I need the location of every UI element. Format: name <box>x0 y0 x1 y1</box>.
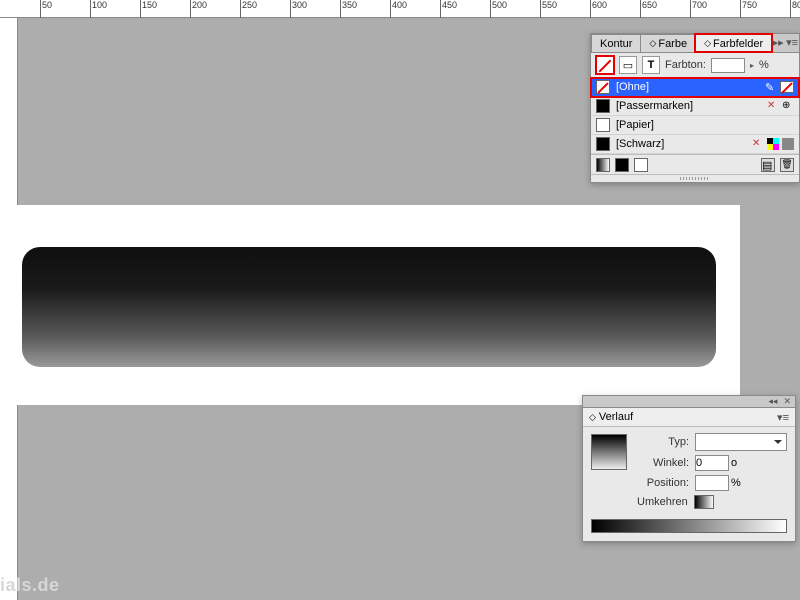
position-label: Position: <box>637 477 689 489</box>
gradient-panel-controls: ◂◂ ✕ <box>583 396 795 408</box>
ruler-tick: 250 <box>240 0 257 18</box>
ruler-tick: 50 <box>40 0 52 18</box>
position-input[interactable] <box>695 475 729 491</box>
watermark-text: ials.de <box>0 575 60 596</box>
swatches-tabs: Kontur ◇Farbe ◇Farbfelder ▸▸ ▾≡ <box>591 34 799 53</box>
swatch-name: [Passermarken] <box>616 100 761 112</box>
reg-mark-icon: ⊕ <box>782 100 794 112</box>
ruler-tick: 200 <box>190 0 207 18</box>
winkel-input[interactable] <box>695 455 729 471</box>
x-icon: ✕ <box>752 138 764 150</box>
swatch-row[interactable]: [Schwarz] ✕ <box>591 135 799 154</box>
rounded-rectangle-object[interactable] <box>22 247 716 367</box>
umkehren-label: Umkehren <box>637 496 688 508</box>
panel-menu-icon[interactable]: ▾≡ <box>777 411 789 424</box>
swatch-color <box>596 137 610 151</box>
swatch-list: [Ohne]✎[Passermarken]✕⊕[Papier][Schwarz]… <box>591 78 799 154</box>
farbton-input[interactable] <box>711 58 745 73</box>
swatch-name: [Papier] <box>616 119 788 131</box>
delete-swatch-icon[interactable]: 🗑 <box>780 158 794 172</box>
panel-resize-grip[interactable] <box>591 174 799 182</box>
cmyk-icon <box>767 138 779 150</box>
swatch-row[interactable]: [Passermarken] ✕⊕ <box>591 97 799 116</box>
paper-swatch-icon[interactable] <box>634 158 648 172</box>
ruler-tick: 300 <box>290 0 307 18</box>
swatch-row[interactable]: [Papier] <box>591 116 799 135</box>
ruler-tick: 550 <box>540 0 557 18</box>
ruler-tick: 650 <box>640 0 657 18</box>
ruler-tick: 700 <box>690 0 707 18</box>
fill-stroke-icon[interactable] <box>596 56 614 74</box>
panel-menu-icon[interactable]: ▾≡ <box>785 33 799 52</box>
pencil-icon: ✎ <box>765 81 777 93</box>
x-icon: ✕ <box>767 100 779 112</box>
ruler-tick: 600 <box>590 0 607 18</box>
solid-swatch-icon[interactable] <box>615 158 629 172</box>
gradient-panel: ◂◂ ✕ ◇ Verlauf ▾≡ Typ: Winkel: o Positio… <box>582 395 796 542</box>
gradient-tab[interactable]: ◇ Verlauf ▾≡ <box>583 408 795 427</box>
tab-farbe[interactable]: ◇Farbe <box>640 34 696 52</box>
swatch-color <box>596 99 610 113</box>
ruler-tick: 750 <box>740 0 757 18</box>
new-swatch-icon[interactable]: ▤ <box>761 158 775 172</box>
ruler-tick: 500 <box>490 0 507 18</box>
gradient-swatch-icon[interactable] <box>596 158 610 172</box>
none-flag-icon <box>780 81 794 93</box>
ruler-tick: 800 <box>790 0 800 18</box>
ruler-tick: 450 <box>440 0 457 18</box>
ruler-tick: 150 <box>140 0 157 18</box>
winkel-label: Winkel: <box>637 457 689 469</box>
stepper-icon[interactable]: ▸ <box>750 61 754 70</box>
ruler-tick: 400 <box>390 0 407 18</box>
ruler-tick: 350 <box>340 0 357 18</box>
typ-label: Typ: <box>637 436 689 448</box>
text-icon[interactable]: T <box>642 56 660 74</box>
document-canvas[interactable] <box>0 205 740 405</box>
swatch-name: [Schwarz] <box>616 138 746 150</box>
panel-collapse-icon[interactable]: ◂◂ <box>768 396 777 407</box>
tab-kontur[interactable]: Kontur <box>591 34 641 52</box>
gradient-preview[interactable] <box>591 434 627 470</box>
panel-collapse-icon[interactable]: ▸▸ <box>771 33 785 52</box>
swatch-color <box>596 80 610 94</box>
swatch-row[interactable]: [Ohne] ✎ <box>591 78 799 97</box>
farbton-label: Farbton: <box>665 59 706 71</box>
percent-label: % <box>759 59 769 71</box>
percent-unit: % <box>731 477 741 489</box>
object-icon[interactable]: ▭ <box>619 56 637 74</box>
swatches-panel: Kontur ◇Farbe ◇Farbfelder ▸▸ ▾≡ ▭ T Farb… <box>590 33 800 183</box>
swatches-footer: ▤ 🗑 <box>591 154 799 174</box>
tab-farbfelder[interactable]: ◇Farbfelder <box>695 34 772 52</box>
swatches-toolbar: ▭ T Farbton: ▸ % <box>591 53 799 78</box>
typ-select[interactable] <box>695 433 787 451</box>
swatch-color <box>596 118 610 132</box>
ruler-horizontal: 50 100 150 200 250 300 350 400 450 500 550 600 650 70… <box>0 0 800 18</box>
ruler-tick: 100 <box>90 0 107 18</box>
swatch-name: [Ohne] <box>616 81 759 93</box>
gradient-slider[interactable] <box>591 519 787 533</box>
degree-unit: o <box>731 457 737 469</box>
panel-close-icon[interactable]: ✕ <box>783 396 791 407</box>
reverse-gradient-icon[interactable] <box>694 495 714 509</box>
proc-icon <box>782 138 794 150</box>
